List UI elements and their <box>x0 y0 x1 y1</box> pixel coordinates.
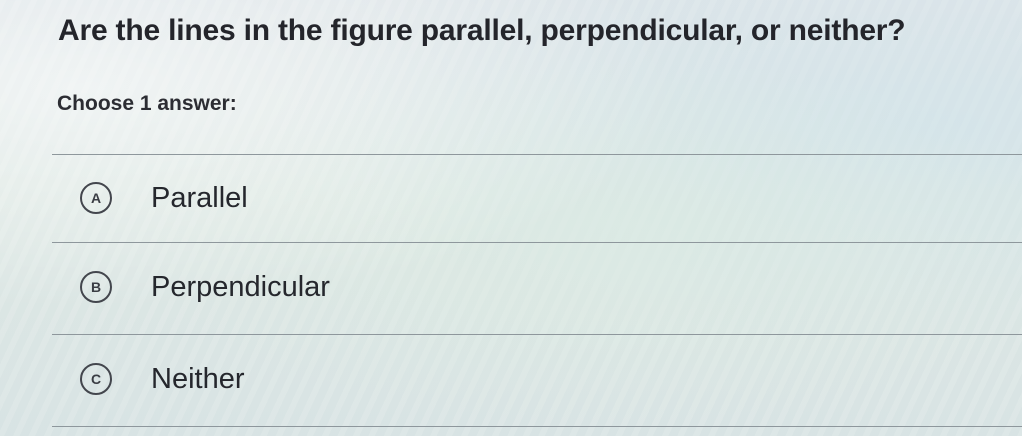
choice-letter-c: C <box>80 363 112 395</box>
choice-letter-b: B <box>80 271 112 303</box>
choice-divider <box>52 334 1022 335</box>
choice-option-a[interactable]: A Parallel <box>60 155 1022 241</box>
choice-label-neither: Neither <box>151 362 245 395</box>
choice-option-b[interactable]: B Perpendicular <box>60 244 1022 330</box>
choice-option-c[interactable]: C Neither <box>60 336 1022 422</box>
choice-label-parallel: Parallel <box>151 181 248 214</box>
question-text: Are the lines in the figure parallel, pe… <box>58 14 906 47</box>
choice-divider <box>52 242 1022 243</box>
choice-label-perpendicular: Perpendicular <box>151 270 330 303</box>
choice-divider <box>52 426 1022 427</box>
choose-instruction: Choose 1 answer: <box>57 92 237 115</box>
choice-letter-a: A <box>80 182 112 214</box>
